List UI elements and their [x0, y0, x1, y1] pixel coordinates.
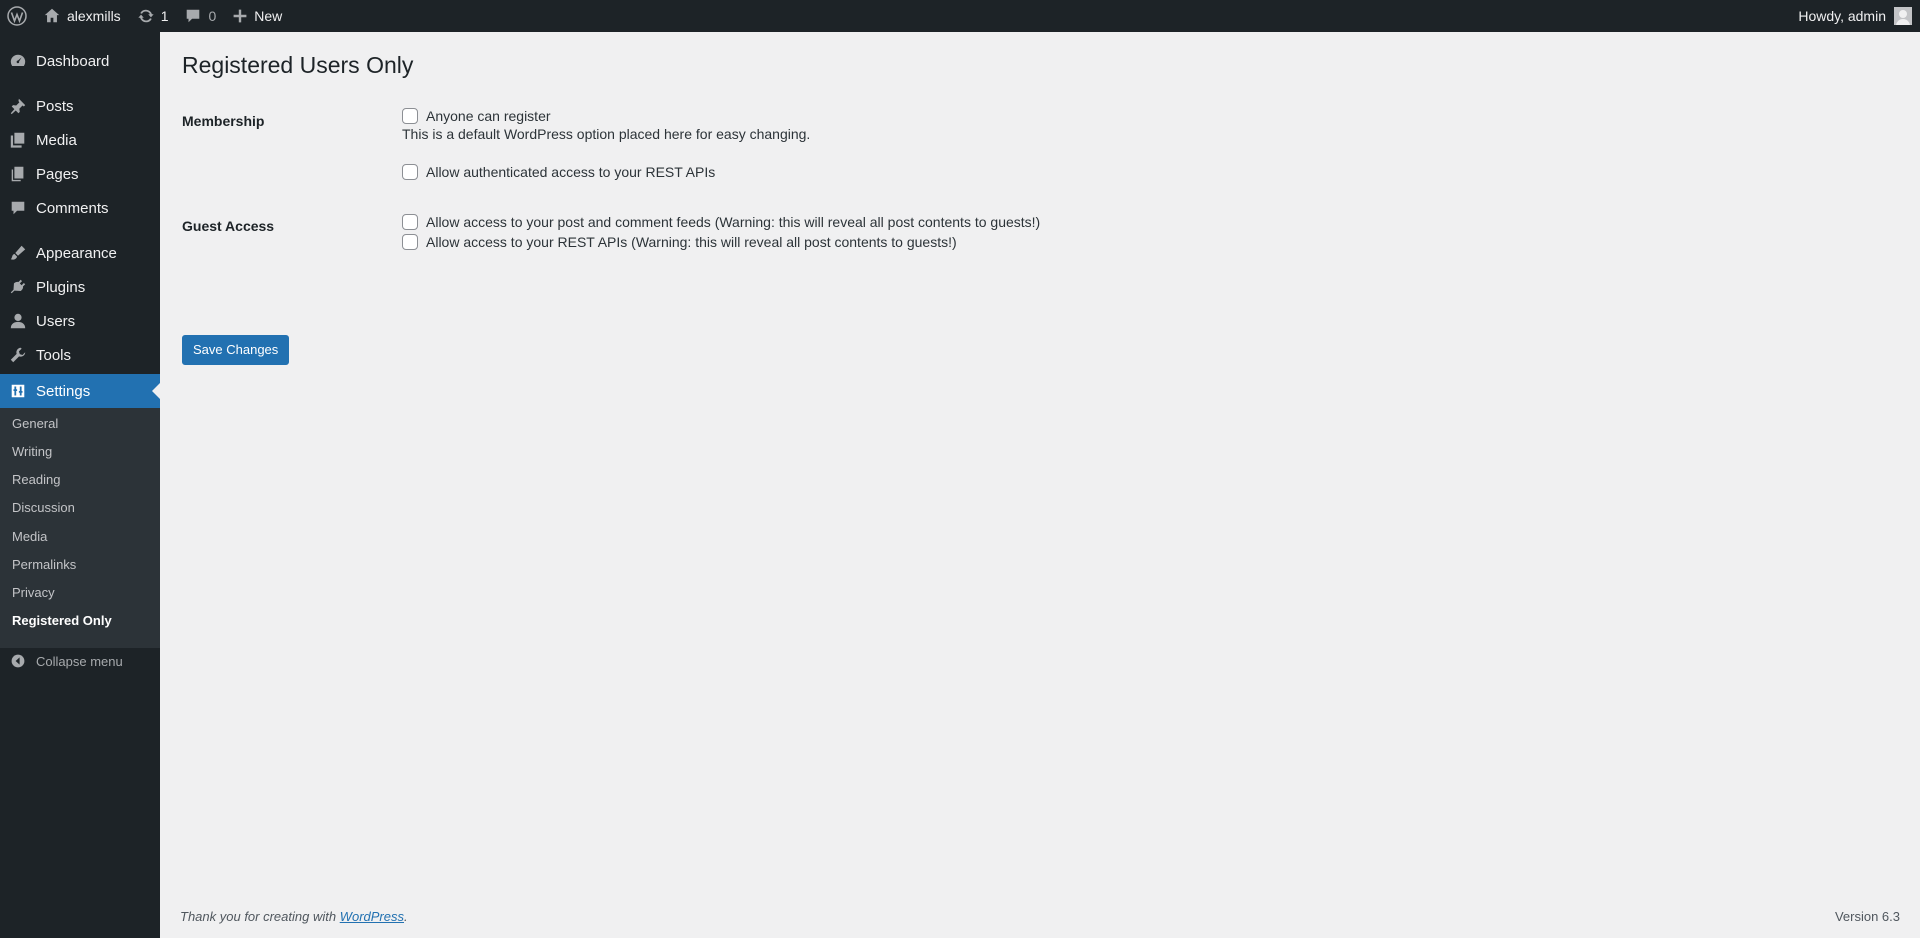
menu-label: Plugins [36, 278, 86, 296]
site-name-link[interactable]: alexmills [35, 0, 129, 32]
allow-rest-option[interactable]: Allow access to your REST APIs (Warning:… [402, 234, 957, 250]
menu-label: Posts [36, 97, 74, 115]
save-changes-button[interactable]: Save Changes [182, 335, 290, 365]
membership-description: This is a default WordPress option place… [402, 126, 811, 142]
menu-label: Media [36, 131, 77, 149]
avatar [1894, 7, 1912, 25]
wordpress-logo-icon [7, 6, 27, 26]
submenu-registered-only[interactable]: Registered Only [12, 611, 112, 631]
collapse-menu-button[interactable]: Collapse menu [0, 644, 160, 678]
footer-thanks: Thank you for creating with WordPress. [180, 909, 408, 924]
menu-label: Comments [36, 199, 109, 217]
plugin-icon [10, 279, 26, 294]
menu-plugins[interactable]: Plugins [0, 270, 160, 304]
footer-version: Version 6.3 [1834, 909, 1900, 924]
comments-count: 0 [208, 8, 217, 24]
footer-thanks-prefix: Thank you for creating with [180, 909, 340, 924]
wrench-icon [10, 347, 26, 363]
menu-appearance[interactable]: Appearance [0, 236, 160, 270]
menu-label: Appearance [36, 244, 117, 262]
submenu-permalinks[interactable]: Permalinks [12, 555, 76, 575]
allow-feeds-label: Allow access to your post and comment fe… [426, 214, 1041, 230]
submenu-writing[interactable]: Writing [12, 442, 52, 462]
menu-label: Tools [36, 346, 72, 364]
pin-icon [10, 98, 26, 115]
media-icon [10, 132, 25, 148]
submenu-reading[interactable]: Reading [12, 470, 60, 490]
my-account-link[interactable]: Howdy, admin [1798, 0, 1920, 32]
main-content: Registered Users Only Membership Anyone … [160, 32, 1920, 938]
menu-settings[interactable]: Settings [0, 374, 160, 408]
submenu-general[interactable]: General [12, 414, 58, 434]
allow-rest-label: Allow access to your REST APIs (Warning:… [426, 234, 957, 250]
site-name: alexmills [67, 8, 121, 24]
menu-comments[interactable]: Comments [0, 191, 160, 225]
comment-icon [187, 9, 200, 23]
wordpress-link[interactable]: WordPress [340, 909, 404, 924]
allow-authenticated-rest-label: Allow authenticated access to your REST … [426, 164, 716, 180]
allow-rest-checkbox[interactable] [402, 234, 418, 250]
allow-authenticated-rest-checkbox[interactable] [402, 164, 418, 180]
wordpress-logo-button[interactable] [0, 0, 35, 32]
page-title: Registered Users Only [182, 52, 414, 78]
menu-posts[interactable]: Posts [0, 89, 160, 123]
collapse-arrow-icon [11, 654, 25, 668]
membership-label: Membership [182, 113, 265, 129]
updates-icon [138, 9, 154, 23]
greeting: Howdy, admin [1798, 8, 1886, 24]
menu-label: Users [36, 312, 76, 330]
allow-feeds-checkbox[interactable] [402, 214, 418, 230]
submenu-privacy[interactable]: Privacy [12, 583, 55, 603]
menu-label: Dashboard [36, 52, 110, 70]
anyone-can-register-checkbox[interactable] [402, 108, 418, 124]
guest-access-label: Guest Access [182, 218, 275, 234]
menu-label: Settings [36, 382, 91, 400]
menu-pages[interactable]: Pages [0, 157, 160, 191]
comments-link[interactable]: 0 [176, 0, 224, 32]
anyone-can-register-label: Anyone can register [426, 108, 551, 124]
settings-submenu: General Writing Reading Discussion Media… [0, 408, 160, 648]
dashboard-icon [10, 54, 26, 66]
allow-authenticated-rest-option[interactable]: Allow authenticated access to your REST … [402, 164, 715, 180]
user-icon [10, 313, 26, 329]
admin-sidebar: Dashboard Posts Media Pages Comments App… [0, 32, 160, 938]
brush-icon [10, 245, 26, 260]
footer-thanks-suffix: . [404, 909, 408, 924]
settings-icon [11, 384, 25, 398]
collapse-menu-label: Collapse menu [36, 653, 123, 669]
menu-media[interactable]: Media [0, 123, 160, 157]
plus-icon [233, 9, 247, 23]
new-label: New [254, 8, 283, 24]
submenu-discussion[interactable]: Discussion [12, 498, 75, 518]
menu-tools[interactable]: Tools [0, 338, 160, 372]
menu-label: Pages [36, 165, 79, 183]
menu-users[interactable]: Users [0, 304, 160, 338]
new-content-link[interactable]: New [224, 0, 290, 32]
allow-feeds-option[interactable]: Allow access to your post and comment fe… [402, 214, 1040, 230]
updates-count: 1 [160, 8, 169, 24]
home-icon [44, 8, 60, 23]
pages-icon [11, 166, 24, 182]
submenu-media[interactable]: Media [12, 527, 47, 547]
anyone-can-register-option[interactable]: Anyone can register [402, 108, 551, 124]
menu-dashboard[interactable]: Dashboard [0, 44, 160, 78]
admin-bar: alexmills 1 0 New Howdy, admin [0, 0, 1920, 32]
updates-link[interactable]: 1 [129, 0, 177, 32]
comment-icon [11, 201, 25, 215]
